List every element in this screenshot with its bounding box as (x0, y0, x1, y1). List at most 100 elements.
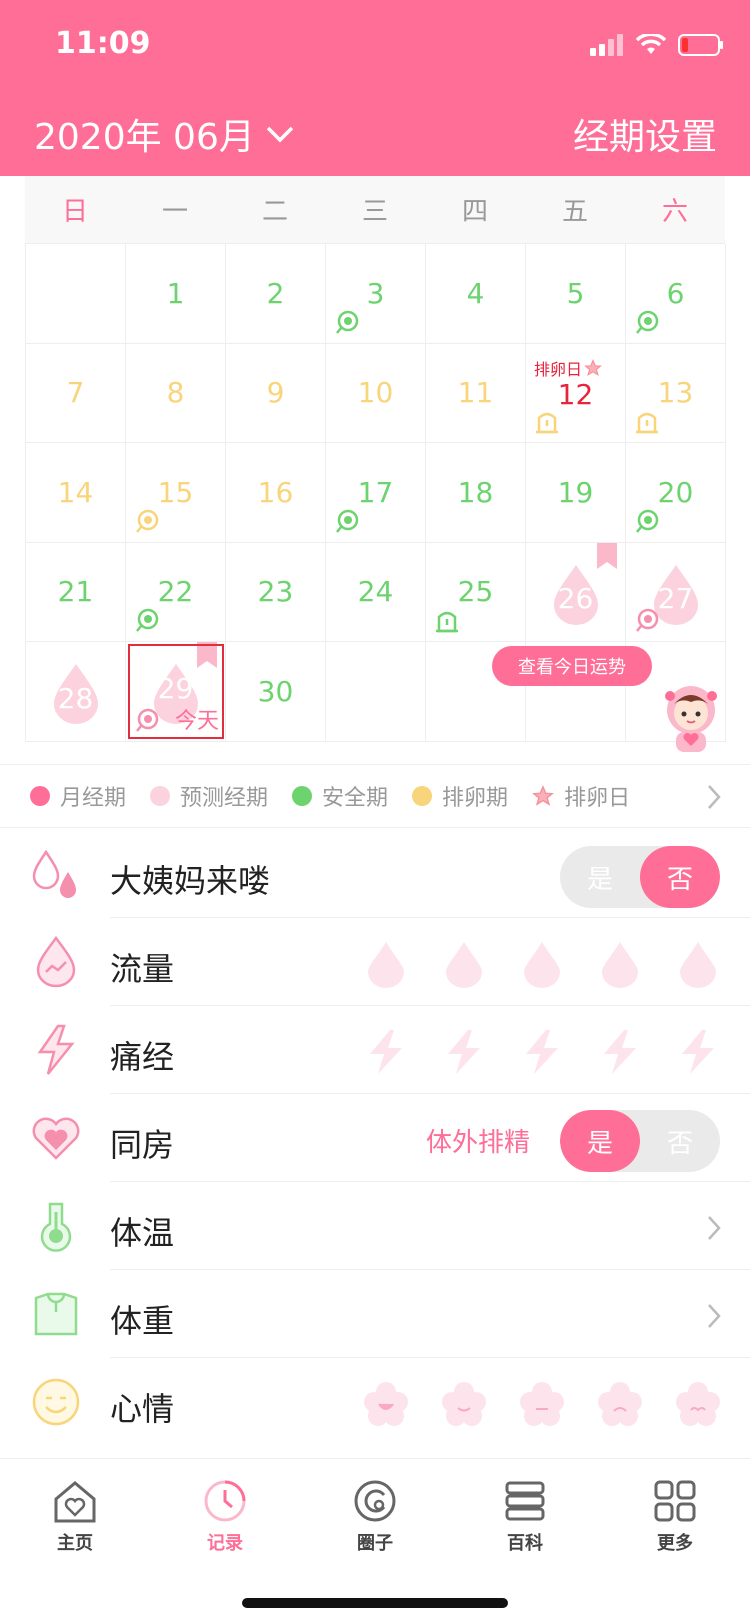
toggle-yes[interactable]: 是 (560, 1110, 640, 1172)
flower-face-icon[interactable] (440, 1380, 488, 1428)
toggle-no[interactable]: 否 (640, 1110, 720, 1172)
day-cell[interactable]: 30 (226, 642, 326, 742)
day-cell[interactable]: 16 (226, 443, 326, 543)
day-cell[interactable]: 13 (626, 343, 726, 443)
day-cell[interactable]: 17 (326, 443, 426, 543)
weekday-tue: 二 (261, 197, 288, 227)
day-number: 12 (557, 378, 594, 412)
contraception-method[interactable]: 体外排精 (426, 1122, 530, 1159)
mood-rating[interactable] (362, 1380, 722, 1428)
day-cell[interactable]: 15 (126, 443, 226, 543)
nav-more[interactable]: 更多 (600, 1459, 750, 1574)
day-cell-ovulation[interactable]: 排卵日 12 (526, 343, 626, 443)
chevron-right-icon (708, 1304, 721, 1328)
lightning-rating-icon[interactable] (518, 1028, 566, 1076)
mascot-avatar[interactable] (660, 680, 722, 754)
day-cell[interactable]: 23 (226, 542, 326, 642)
nav-record[interactable]: 记录 (150, 1459, 300, 1574)
books-icon (505, 1481, 545, 1520)
day-cell[interactable]: 18 (426, 443, 526, 543)
day-cell[interactable]: 14 (26, 443, 126, 543)
day-cell[interactable]: 5 (526, 244, 626, 344)
pink-ring-icon (636, 608, 659, 632)
day-cell[interactable]: 7 (26, 343, 126, 443)
weekday-wed: 三 (361, 197, 388, 227)
day-cell[interactable]: 11 (426, 343, 526, 443)
day-cell[interactable]: 8 (126, 343, 226, 443)
day-number: 7 (66, 376, 85, 410)
flower-face-icon[interactable] (596, 1380, 644, 1428)
heart-icon (32, 1117, 80, 1160)
day-cell[interactable]: 6 (626, 244, 726, 344)
signal-icon (590, 34, 623, 56)
day-cell-predicted[interactable]: 27 (626, 542, 726, 642)
legend-dot (292, 786, 313, 806)
day-cell[interactable]: 22 (126, 542, 226, 642)
drop-rating-icon[interactable] (518, 940, 566, 988)
ovulation-label: 排卵日 (534, 356, 602, 380)
day-number: 22 (157, 575, 194, 609)
lightning-rating-icon[interactable] (674, 1028, 722, 1076)
day-cell[interactable]: 20 (626, 443, 726, 543)
day-cell[interactable]: 1 (126, 244, 226, 344)
row-pain: 痛经 (0, 1006, 750, 1094)
day-cell-today[interactable]: 29 今天 (126, 642, 226, 742)
drops-icon (32, 849, 76, 898)
day-cell[interactable]: 24 (326, 542, 426, 642)
nav-label: 记录 (207, 1532, 243, 1554)
home-indicator[interactable] (242, 1598, 508, 1608)
row-weight[interactable]: 体重 (0, 1270, 750, 1358)
intimacy-toggle[interactable]: 是 否 (560, 1110, 720, 1172)
day-number: 24 (357, 575, 394, 609)
drop-rating-icon[interactable] (362, 940, 410, 988)
drop-rating-icon[interactable] (674, 940, 722, 988)
legend-item: 排卵日 (532, 780, 630, 812)
flower-face-icon[interactable] (362, 1380, 410, 1428)
day-cell[interactable]: 2 (226, 244, 326, 344)
drop-rating-icon[interactable] (440, 940, 488, 988)
pain-rating[interactable] (362, 1028, 722, 1076)
row-label: 大姨妈来喽 (110, 862, 271, 900)
day-cell[interactable]: 4 (426, 244, 526, 344)
daily-fortune-button[interactable]: 查看今日运势 (492, 646, 652, 686)
period-toggle[interactable]: 是 否 (560, 846, 720, 908)
lightning-rating-icon[interactable] (440, 1028, 488, 1076)
toggle-yes[interactable]: 是 (560, 846, 640, 908)
day-number: 6 (666, 276, 685, 310)
day-cell[interactable]: 10 (326, 343, 426, 443)
day-cell[interactable]: 19 (526, 443, 626, 543)
row-flow: 流量 (0, 918, 750, 1006)
lightning-icon (37, 1024, 75, 1075)
yellow-guard-icon (636, 412, 658, 434)
nav-circle[interactable]: 圈子 (300, 1459, 450, 1574)
day-cell-predicted[interactable]: 26 (526, 542, 626, 642)
day-cell[interactable]: 3 (326, 244, 426, 344)
nav-home[interactable]: 主页 (0, 1459, 150, 1574)
lightning-rating-icon[interactable] (362, 1028, 410, 1076)
flow-rating[interactable] (362, 940, 722, 988)
period-settings-button[interactable]: 经期设置 (573, 108, 717, 160)
nav-label: 主页 (57, 1532, 93, 1554)
grid-icon (654, 1480, 696, 1521)
day-number: 4 (466, 276, 485, 310)
weekday-mon: 一 (161, 197, 188, 227)
chevron-right-icon[interactable] (706, 783, 722, 811)
legend-item: 安全期 (292, 780, 388, 812)
green-ring-icon (636, 509, 659, 533)
flower-face-icon[interactable] (518, 1380, 566, 1428)
month-selector[interactable]: 2020年 06月 (34, 108, 295, 160)
day-cell[interactable]: 25 (426, 542, 526, 642)
lightning-rating-icon[interactable] (596, 1028, 644, 1076)
drop-rating-icon[interactable] (596, 940, 644, 988)
toggle-no[interactable]: 否 (640, 846, 720, 908)
flower-face-icon[interactable] (674, 1380, 722, 1428)
nav-wiki[interactable]: 百科 (450, 1459, 600, 1574)
day-cell[interactable]: 9 (226, 343, 326, 443)
row-label: 体温 (110, 1214, 175, 1252)
legend-bar[interactable]: 月经期 预测经期 安全期 排卵期 排卵日 (0, 764, 750, 828)
day-cell[interactable]: 21 (26, 542, 126, 642)
day-cell-predicted[interactable]: 28 (26, 642, 126, 742)
status-time: 11:09 (55, 26, 151, 61)
row-temperature[interactable]: 体温 (0, 1182, 750, 1270)
row-label: 同房 (110, 1126, 175, 1164)
